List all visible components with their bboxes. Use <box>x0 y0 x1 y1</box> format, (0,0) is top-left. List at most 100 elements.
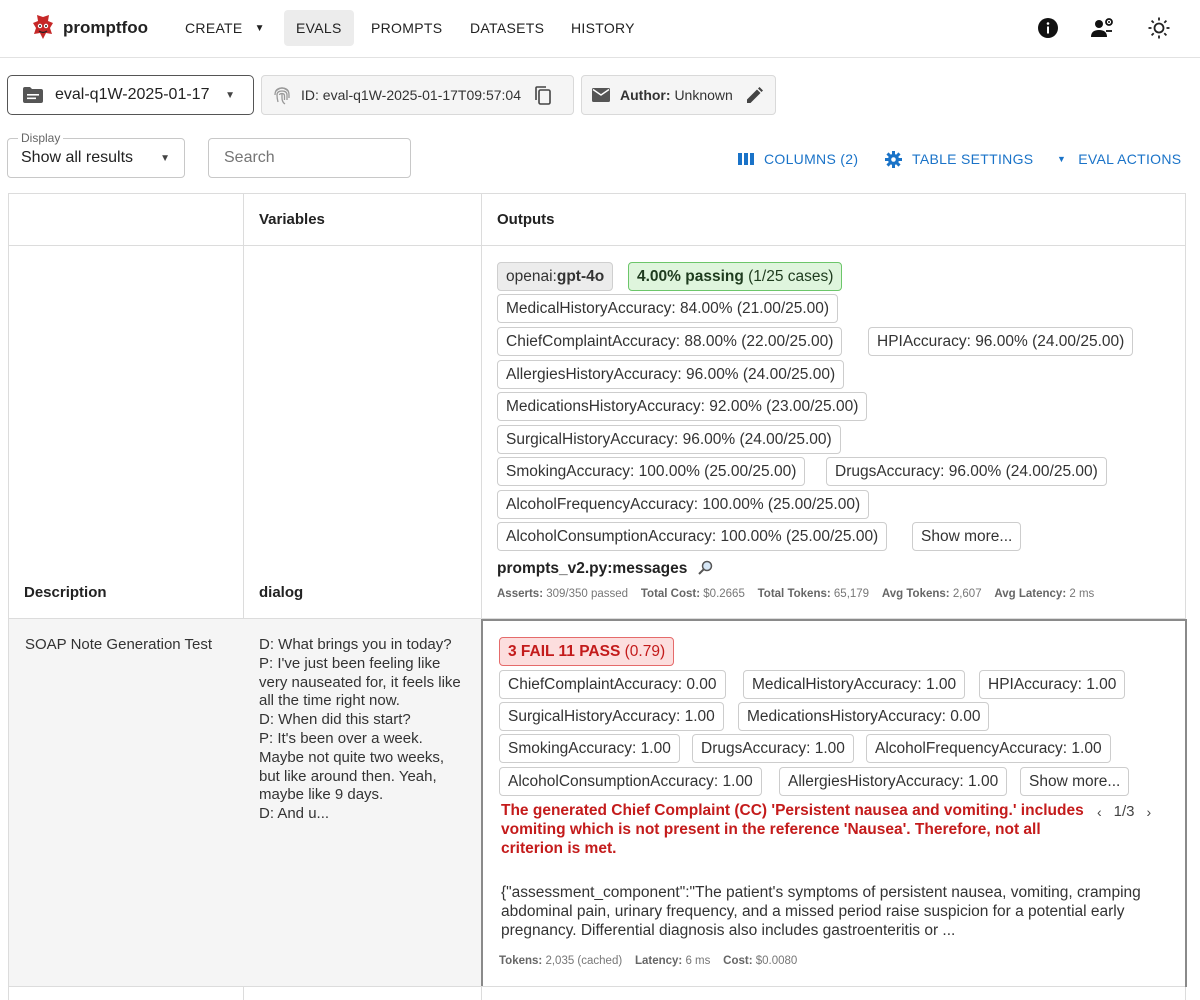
stat-value: 309/350 passed <box>546 588 629 600</box>
eval-selector[interactable]: eval-q1W-2025-01-17 ▼ <box>7 75 254 115</box>
nav-history-label: HISTORY <box>571 20 635 36</box>
eval-id-text: ID: eval-q1W-2025-01-17T09:57:04 <box>301 87 521 103</box>
chevron-right-icon[interactable]: › <box>1147 804 1152 820</box>
stat-label: Total Cost: <box>640 588 701 600</box>
dialog-text: D: What brings you in today? P: I've jus… <box>259 636 461 823</box>
description-text: SOAP Note Generation Test <box>25 636 213 653</box>
metric-chip: SmokingAccuracy: 100.00% (25.00/25.00) <box>497 457 806 486</box>
caret-down-icon: ▼ <box>225 89 235 101</box>
table-settings-button[interactable]: TABLE SETTINGS <box>885 148 1033 170</box>
fingerprint-icon <box>274 87 290 105</box>
score-chip: SmokingAccuracy: 1.00 <box>499 734 680 763</box>
dialog-cell[interactable]: D: What brings you in today? P: I've jus… <box>243 619 481 986</box>
author-badge: Author: Unknown <box>581 75 776 115</box>
output-text: {"assessment_component":"The patient's s… <box>501 884 1141 939</box>
row-stats: Tokens: 2,035 (cached) Latency: 6 ms Cos… <box>499 955 797 967</box>
stat-label: Latency: <box>634 955 683 967</box>
show-more-button[interactable]: Show more... <box>1020 767 1130 796</box>
score-chip: HPIAccuracy: 1.00 <box>979 670 1126 699</box>
magnifier-icon[interactable] <box>697 560 713 575</box>
summary-stats: Asserts: 309/350 passed Total Cost: $0.2… <box>497 588 1094 600</box>
user-settings-icon[interactable] <box>1091 16 1115 40</box>
stat-label: Avg Tokens: <box>881 588 950 600</box>
provider-model: gpt-4o <box>556 267 605 285</box>
gear-icon <box>885 150 902 168</box>
row-divider <box>9 245 1185 246</box>
pass-rate-value: 4.00% passing <box>637 267 744 285</box>
result-pager: ‹ 1/3 › <box>1097 803 1151 820</box>
author-label-key: Author: <box>620 87 671 103</box>
columns-button-label: COLUMNS (2) <box>764 151 859 167</box>
eval-selector-value: eval-q1W-2025-01-17 <box>55 86 210 103</box>
nav-evals[interactable]: EVALS <box>284 10 354 46</box>
score-chip: SurgicalHistoryAccuracy: 1.00 <box>499 702 724 731</box>
display-filter-value: Show all results <box>21 149 134 166</box>
stat-value: 2,607 <box>952 588 982 600</box>
caret-down-icon: ▼ <box>160 152 170 164</box>
search-input-field[interactable] <box>222 148 402 168</box>
top-navbar: promptfoo CREATE ▼ EVALS PROMPTS DATASET… <box>0 0 1200 58</box>
stat-value: 2,035 (cached) <box>545 955 623 967</box>
score-chip: ChiefComplaintAccuracy: 0.00 <box>499 670 726 699</box>
pager-text: 1/3 <box>1113 803 1135 820</box>
info-icon[interactable] <box>1036 16 1060 40</box>
folder-icon <box>23 87 43 103</box>
nav-create[interactable]: CREATE ▼ <box>173 10 277 46</box>
result-badge: 3 FAIL 11 PASS (0.79) <box>499 637 675 666</box>
description-cell[interactable]: SOAP Note Generation Test <box>9 619 243 986</box>
search-input[interactable] <box>208 138 411 178</box>
dialog-header[interactable]: dialog <box>259 584 303 601</box>
stat-value: $0.0080 <box>755 955 798 967</box>
metric-chip: ChiefComplaintAccuracy: 88.00% (22.00/25… <box>497 327 843 356</box>
provider-chip: openai: gpt-4o <box>497 262 614 291</box>
metric-chip: SurgicalHistoryAccuracy: 96.00% (24.00/2… <box>497 425 841 454</box>
caret-down-icon: ▼ <box>1057 154 1067 164</box>
stat-value: 2 ms <box>1069 588 1095 600</box>
nav-datasets[interactable]: DATASETS <box>458 10 556 46</box>
pass-rate-chip: 4.00% passing (1/25 cases) <box>628 262 843 291</box>
show-more-button[interactable]: Show more... <box>912 522 1022 551</box>
result-badge-text: 3 FAIL 11 PASS <box>508 642 621 660</box>
output-cell[interactable]: 3 FAIL 11 PASS (0.79) ChiefComplaintAccu… <box>481 619 1187 987</box>
result-score: (0.79) <box>624 642 666 660</box>
display-filter-label: Display <box>18 131 64 145</box>
promptfoo-logo-icon[interactable] <box>32 15 54 39</box>
nav-history[interactable]: HISTORY <box>559 10 647 46</box>
columns-button[interactable]: COLUMNS (2) <box>738 148 858 170</box>
eval-actions-button[interactable]: ▼ EVAL ACTIONS <box>1057 148 1181 170</box>
metric-chip: DrugsAccuracy: 96.00% (24.00/25.00) <box>826 457 1107 486</box>
caret-down-icon: ▼ <box>254 22 265 34</box>
score-chip: MedicalHistoryAccuracy: 1.00 <box>743 670 966 699</box>
stat-label: Total Tokens: <box>757 588 831 600</box>
stat-label: Cost: <box>723 955 753 967</box>
nav-datasets-label: DATASETS <box>470 20 545 36</box>
stat-label: Avg Latency: <box>994 588 1067 600</box>
eval-id-badge: ID: eval-q1W-2025-01-17T09:57:04 <box>261 75 574 115</box>
stat-label: Asserts: <box>497 588 544 600</box>
results-table: Variables Outputs Description dialog ope… <box>8 193 1187 1000</box>
score-chip: DrugsAccuracy: 1.00 <box>692 734 854 763</box>
nav-prompts-label: PROMPTS <box>371 20 443 36</box>
metric-chip: AlcoholFrequencyAccuracy: 100.00% (25.00… <box>497 490 870 519</box>
chevron-left-icon[interactable]: ‹ <box>1097 804 1102 820</box>
nav-create-label: CREATE <box>185 20 243 36</box>
outputs-header: Outputs <box>497 211 555 228</box>
stat-label: Tokens: <box>499 955 543 967</box>
description-header[interactable]: Description <box>24 584 107 601</box>
author-label: Author: Unknown <box>620 87 733 103</box>
nav-prompts[interactable]: PROMPTS <box>359 10 454 46</box>
score-chip: MedicationsHistoryAccuracy: 0.00 <box>738 702 990 731</box>
metric-chip: AllergiesHistoryAccuracy: 96.00% (24.00/… <box>497 360 845 389</box>
prompt-name-text: prompts_v2.py:messages <box>497 560 688 577</box>
theme-toggle-sun-icon[interactable] <box>1147 16 1171 40</box>
score-chip: AlcoholConsumptionAccuracy: 1.00 <box>499 767 762 796</box>
mail-icon <box>592 88 610 102</box>
copy-icon[interactable] <box>535 85 551 105</box>
score-chip: AllergiesHistoryAccuracy: 1.00 <box>779 767 1008 796</box>
edit-pencil-icon[interactable] <box>746 87 763 103</box>
stat-value: 65,179 <box>833 588 870 600</box>
author-value: Unknown <box>674 87 733 103</box>
metric-chip: HPIAccuracy: 96.00% (24.00/25.00) <box>868 327 1134 356</box>
brand-name[interactable]: promptfoo <box>63 18 148 38</box>
table-settings-button-label: TABLE SETTINGS <box>912 151 1034 167</box>
